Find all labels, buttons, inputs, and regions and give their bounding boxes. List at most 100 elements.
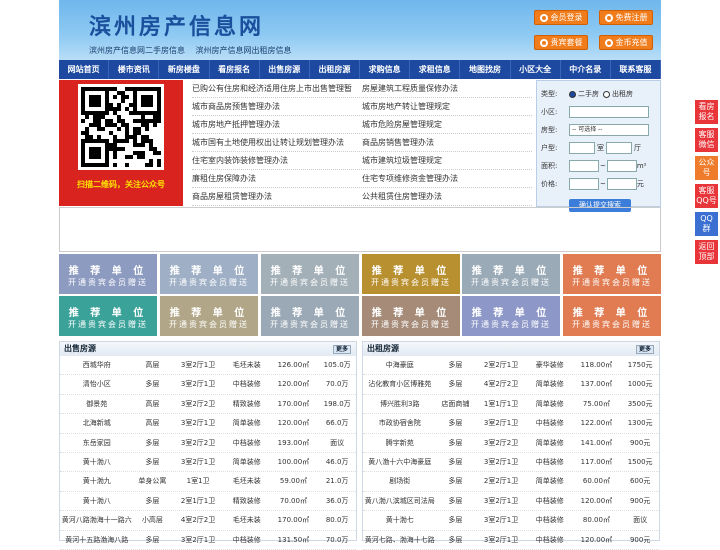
policy-link[interactable]: 城市建筑垃圾管理规定: [362, 152, 532, 169]
room-select[interactable]: [569, 142, 595, 154]
listing-name[interactable]: 清怡小区: [60, 375, 134, 393]
table-row[interactable]: 黄河七路、渤海十七路 多层 3室2厅1卫 中档装修 120.00㎡ 900元: [363, 531, 659, 550]
login-button[interactable]: 会员登录: [534, 10, 588, 25]
listing-name[interactable]: 东岳家园: [60, 434, 134, 452]
listing-name[interactable]: 西城华府: [60, 356, 134, 374]
promo-slot[interactable]: 推 荐 单 位开通贵宾会员赠送: [59, 254, 157, 294]
table-row[interactable]: 黄八渤十六中海豪庭 多层 3室2厅1卫 中档装修 117.00㎡ 1500元: [363, 453, 659, 473]
table-row[interactable]: 剧场街 多层 2室2厅1卫 简单装修 60.00㎡ 600元: [363, 472, 659, 492]
nav-agents[interactable]: 中介名录: [561, 60, 611, 79]
sale-more-button[interactable]: 更多: [332, 345, 351, 354]
nav-want-buy[interactable]: 求购信息: [360, 60, 411, 79]
nav-home[interactable]: 网站首页: [59, 60, 110, 79]
radio-rent[interactable]: [603, 90, 610, 98]
table-row[interactable]: 市政协宿舍院 多层 3室2厅1卫 中档装修 122.00㎡ 1300元: [363, 414, 659, 434]
price-max-input[interactable]: [606, 178, 637, 190]
register-button[interactable]: 免费注册: [599, 10, 653, 25]
listing-name[interactable]: 黄八渤八滨城区司法局: [363, 492, 437, 510]
listing-name[interactable]: 御景苑: [60, 395, 134, 413]
policy-link[interactable]: 房屋建筑工程质量保修办法: [362, 80, 532, 97]
nav-sale[interactable]: 出售房源: [260, 60, 310, 79]
listing-name[interactable]: 黄十渤七: [363, 511, 437, 529]
promo-slot[interactable]: 推 荐 单 位开通贵宾会员赠送: [261, 296, 359, 336]
promo-slot[interactable]: 推 荐 单 位开通贵宾会员赠送: [261, 254, 359, 294]
table-row[interactable]: 黄十渤八 多层 3室2厅1卫 简单装修 100.00㎡ 46.0万: [60, 453, 356, 473]
listing-name[interactable]: 黄十渤八: [60, 453, 134, 471]
table-row[interactable]: 东岳家园 多层 3室2厅2卫 中档装修 193.00㎡ 面议: [60, 434, 356, 453]
header-link-sale[interactable]: 滨州房产信息网二手房信息: [89, 46, 185, 55]
nav-map[interactable]: 地图找房: [460, 60, 511, 79]
table-row[interactable]: 御景苑 高层 3室2厅2卫 精致装修 170.00㎡ 198.0万: [60, 395, 356, 415]
side-button[interactable]: 客服 QQ号: [695, 184, 718, 208]
policy-link[interactable]: 城市国有土地使用权出让转让规划管理办法: [192, 134, 362, 151]
nav-rent[interactable]: 出租房源: [310, 60, 361, 79]
listing-name[interactable]: 黄十渤九: [60, 472, 134, 490]
table-row[interactable]: 沾化教育小区博雅苑 多层 4室2厅2卫 简单装修 137.00㎡ 1000元: [363, 375, 659, 395]
policy-link[interactable]: 商品房屋租赁管理办法: [192, 188, 362, 205]
size-min-input[interactable]: [569, 160, 599, 172]
listing-name[interactable]: 黄十渤八: [60, 492, 134, 510]
nav-new-homes[interactable]: 新房楼盘: [159, 60, 210, 79]
policy-link[interactable]: 商品房销售管理办法: [362, 134, 532, 151]
promo-slot[interactable]: 推 荐 单 位开通贵宾会员赠送: [462, 254, 560, 294]
vip-package-button[interactable]: 贵宾套餐: [534, 35, 588, 50]
nav-contact[interactable]: 联系客服: [611, 60, 662, 79]
hall-select[interactable]: [606, 142, 632, 154]
header-link-rent[interactable]: 滨州房产信息网出租房信息: [196, 46, 292, 55]
side-button[interactable]: 返回 顶部: [695, 240, 718, 264]
table-row[interactable]: 黄河十五路渤海八路 多层 3室2厅1卫 中档装修 131.50㎡ 70.0万: [60, 531, 356, 550]
house-type-select[interactable]: -- 可选择 --: [569, 124, 649, 136]
policy-link[interactable]: 住宅专项维修资金管理办法: [362, 170, 532, 187]
nav-communities[interactable]: 小区大全: [511, 60, 561, 79]
promo-slot[interactable]: 推 荐 单 位开通贵宾会员赠送: [563, 254, 661, 294]
nav-news[interactable]: 楼市资讯: [109, 60, 160, 79]
promo-slot[interactable]: 推 荐 单 位开通贵宾会员赠送: [160, 254, 258, 294]
listing-name[interactable]: 市政协宿舍院: [363, 414, 437, 432]
table-row[interactable]: 北海新城 高层 3室2厅1卫 简单装修 120.00㎡ 66.0万: [60, 414, 356, 434]
table-row[interactable]: 黄河八路渤海十一路六 小高层 4室2厅2卫 毛坯未装 170.00㎡ 80.0万: [60, 511, 356, 531]
price-min-input[interactable]: [569, 178, 599, 190]
table-row[interactable]: 黄十渤七 多层 3室2厅1卫 中档装修 80.00㎡ 面议: [363, 511, 659, 531]
listing-name[interactable]: 北海新城: [60, 414, 134, 432]
radio-sale[interactable]: [569, 90, 576, 98]
table-row[interactable]: 西城华府 高层 3室2厅1卫 毛坯未装 126.00㎡ 105.0万: [60, 356, 356, 376]
policy-link[interactable]: 廉租住房保障办法: [192, 170, 362, 187]
policy-link[interactable]: 城市房地产抵押管理办法: [192, 116, 362, 133]
policy-link[interactable]: 城市房地产转让管理规定: [362, 98, 532, 115]
policy-link[interactable]: 城市危险房屋管理规定: [362, 116, 532, 133]
size-max-input[interactable]: [606, 160, 637, 172]
promo-slot[interactable]: 推 荐 单 位开通贵宾会员赠送: [563, 296, 661, 336]
policy-link[interactable]: 公共租赁住房管理办法: [362, 188, 532, 205]
table-row[interactable]: 腾宇新苑 多层 3室2厅2卫 简单装修 141.00㎡ 900元: [363, 434, 659, 453]
table-row[interactable]: 博兴胜利3路 店面商铺 1室1厅1卫 简单装修 75.00㎡ 3500元: [363, 395, 659, 415]
side-button[interactable]: 看房 报名: [695, 100, 718, 124]
rent-more-button[interactable]: 更多: [635, 345, 654, 354]
coin-recharge-button[interactable]: 金币充值: [599, 35, 653, 50]
table-row[interactable]: 黄十渤八 多层 2室1厅1卫 精致装修 70.00㎡ 36.0万: [60, 492, 356, 512]
listing-name[interactable]: 沾化教育小区博雅苑: [363, 375, 437, 393]
nav-want-rent[interactable]: 求租信息: [410, 60, 461, 79]
promo-slot[interactable]: 推 荐 单 位开通贵宾会员赠送: [462, 296, 560, 336]
listing-name[interactable]: 黄河八路渤海十一路六: [60, 511, 134, 529]
promo-slot[interactable]: 推 荐 单 位开通贵宾会员赠送: [362, 296, 460, 336]
listing-name[interactable]: 腾宇新苑: [363, 434, 437, 452]
side-button[interactable]: QQ 群: [695, 212, 718, 236]
side-button[interactable]: 公众号: [695, 156, 718, 180]
listing-name[interactable]: 黄八渤十六中海豪庭: [363, 453, 437, 471]
table-row[interactable]: 黄十渤九 单身公寓 1室1卫 毛坯未装 59.00㎡ 21.0万: [60, 472, 356, 492]
promo-slot[interactable]: 推 荐 单 位开通贵宾会员赠送: [362, 254, 460, 294]
site-logo[interactable]: 滨州房产信息网: [89, 9, 264, 41]
policy-link[interactable]: 已购公有住房和经济适用住房上市出售管理暂: [192, 80, 362, 97]
policy-link[interactable]: 城市商品房预售管理办法: [192, 98, 362, 115]
promo-slot[interactable]: 推 荐 单 位开通贵宾会员赠送: [59, 296, 157, 336]
listing-name[interactable]: 博兴胜利3路: [363, 395, 437, 413]
listing-name[interactable]: 中海豪庭: [363, 356, 437, 374]
table-row[interactable]: 清怡小区 多层 3室2厅1卫 中档装修 120.00㎡ 70.0万: [60, 375, 356, 395]
nav-viewing-signup[interactable]: 看房报名: [210, 60, 260, 79]
policy-link[interactable]: 住宅室内装饰装修管理办法: [192, 152, 362, 169]
table-row[interactable]: 黄八渤八滨城区司法局 多层 3室2厅1卫 中档装修 120.00㎡ 900元: [363, 492, 659, 512]
side-button[interactable]: 客服 微信: [695, 128, 718, 152]
listing-name[interactable]: 剧场街: [363, 472, 437, 490]
community-input[interactable]: [569, 106, 649, 118]
table-row[interactable]: 中海豪庭 多层 2室2厅1卫 豪华装修 118.00㎡ 1750元: [363, 356, 659, 376]
